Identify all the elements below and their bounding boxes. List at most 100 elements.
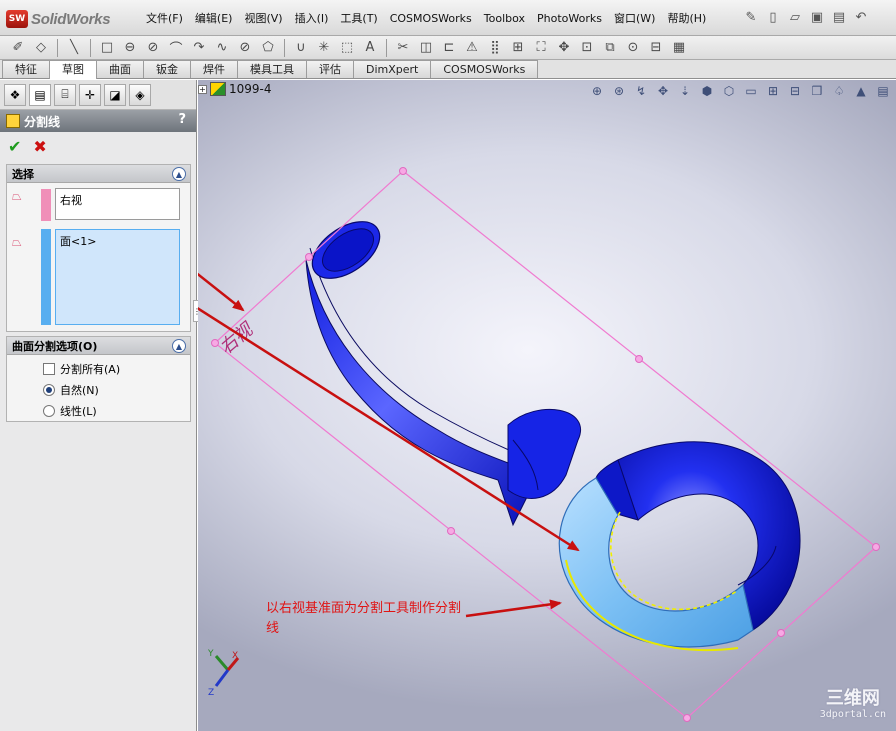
menu-tools[interactable]: 工具(T) [334,10,383,28]
smart-dimension-icon[interactable]: ◇ [31,39,51,57]
menu-file[interactable]: 文件(F) [140,10,189,28]
monitor-icon[interactable]: ▤ [874,82,892,100]
zoom-to-fit-icon[interactable]: ⊕ [588,82,606,100]
menu-window[interactable]: 窗口(W) [608,10,661,28]
natural-radio[interactable] [43,383,55,396]
split-all-option[interactable]: 分割所有(A) [7,358,190,379]
apply-scene-icon[interactable]: ⊟ [786,82,804,100]
text-icon[interactable]: A [360,39,380,57]
tab-dimxpert[interactable]: DimXpert [353,60,432,78]
menu-cosmosworks[interactable]: COSMOSWorks [384,10,478,28]
instant-2d-icon[interactable]: ⊙ [623,39,643,57]
repair-sketch-icon[interactable]: ✥ [554,39,574,57]
feature-manager-tab-icon[interactable]: ❖ [4,83,26,106]
rapid-sketch-icon[interactable]: ⧉ [600,39,620,57]
move-entities-icon[interactable]: ⊞ [508,39,528,57]
pan-icon[interactable]: ✥ [654,82,672,100]
spline-icon[interactable]: ∿ [212,39,232,57]
previous-view-icon[interactable]: ↯ [632,82,650,100]
mirror-icon[interactable]: ⚠ [462,39,482,57]
help-button[interactable]: ? [178,112,186,127]
tab-evaluate[interactable]: 评估 [306,60,354,78]
pattern-icon[interactable]: ⣿ [485,39,505,57]
hide-show-icon[interactable]: ▭ [742,82,760,100]
arrow-plane-to-view [198,272,245,312]
feature-tree-root[interactable]: + 1099-4 [198,82,272,96]
quick-snaps-icon[interactable]: ⊡ [577,39,597,57]
tab-surfaces[interactable]: 曲面 [96,60,144,78]
view-orientation-icon[interactable]: ⬢ [698,82,716,100]
dimxpert-manager-tab-icon[interactable]: ✛ [79,83,101,106]
tab-mold-tools[interactable]: 模具工具 [237,60,307,78]
sketch-toolbar: ✐ ◇ ╲ □ ⊖ ⊘ ⌒ ↷ ∿ ⊘ ⬠ ∪ ✳ ⬚ A ✂ ◫ ⊏ ⚠ ⣿ … [0,36,896,60]
sketch-icon[interactable]: ✐ [8,39,28,57]
natural-option[interactable]: 自然(N) [7,379,190,400]
tangent-arc-icon[interactable]: ↷ [189,39,209,57]
grid-icon[interactable]: ⊟ [646,39,666,57]
tab-cosmosworks[interactable]: COSMOSWorks [430,60,539,78]
triad-y-label: Y [207,649,214,659]
ok-button[interactable]: ✔ [8,137,21,156]
selection-group-header[interactable]: 选择 ▲ [7,165,190,183]
triad-x-label: X [232,651,238,661]
split-line-icon [6,114,20,128]
macro-icon[interactable]: ▦ [669,39,689,57]
trim-icon[interactable]: ✂ [393,39,413,57]
menu-insert[interactable]: 插入(I) [289,10,335,28]
display-style-icon[interactable]: ⬡ [720,82,738,100]
menu-view[interactable]: 视图(V) [238,10,288,28]
circle-icon[interactable]: ⊘ [143,39,163,57]
graphics-area[interactable]: 右视 Y X Z + 1099-4 ⊕ ⊛ ↯ ✥ ⇣ ⬢ ⬡ ▭ ⊞ ⊟ ❒ … [198,80,896,731]
view-settings-icon[interactable]: ❒ [808,82,826,100]
centerline-icon[interactable]: ⬚ [337,39,357,57]
relations-icon[interactable]: ⛶ [531,39,551,57]
zoom-to-area-icon[interactable]: ⊛ [610,82,628,100]
section-view-icon[interactable]: ⇣ [676,82,694,100]
part-ring[interactable] [558,441,801,652]
tab-sketch[interactable]: 草图 [49,60,97,79]
face-selection-icon: ⏢ [12,235,22,249]
menu-edit[interactable]: 编辑(E) [189,10,239,28]
ellipse-icon[interactable]: ⊘ [235,39,255,57]
offset-icon[interactable]: ⊏ [439,39,459,57]
polygon-icon[interactable]: ⬠ [258,39,278,57]
split-all-checkbox[interactable] [43,362,55,375]
save-icon[interactable]: ▣ [808,8,826,26]
property-manager-tab-icon[interactable]: ▤ [29,83,51,106]
open-icon[interactable]: ▱ [786,8,804,26]
rectangle-icon[interactable]: □ [97,39,117,57]
shadows-icon[interactable]: ▲ [852,82,870,100]
linear-option[interactable]: 线性(L) [7,400,190,421]
fillet-icon[interactable]: ∪ [291,39,311,57]
print-icon[interactable]: ▤ [830,8,848,26]
edit-appearance-icon[interactable]: ⊞ [764,82,782,100]
tab-weldments[interactable]: 焊件 [190,60,238,78]
split-tool-field[interactable]: 右视 [55,188,180,220]
faces-to-split-field[interactable]: 面<1> [55,229,180,325]
realview-icon[interactable]: ♤ [830,82,848,100]
tab-features[interactable]: 特征 [2,60,50,78]
menu-help[interactable]: 帮助(H) [661,10,712,28]
expand-icon[interactable]: + [198,84,207,94]
pin-icon[interactable]: ✎ [742,8,760,26]
appearance-tab-icon[interactable]: ◈ [129,83,151,106]
slot-icon[interactable]: ⊖ [120,39,140,57]
options-group-header[interactable]: 曲面分割选项(O) ▲ [7,337,190,355]
new-document-icon[interactable]: ▯ [764,8,782,26]
menu-photoworks[interactable]: PhotoWorks [531,10,608,28]
plane-selection-icon: ⏢ [12,189,22,203]
undo-icon[interactable]: ↶ [852,8,870,26]
part-tube[interactable] [302,210,581,527]
linear-radio[interactable] [43,404,55,417]
point-icon[interactable]: ✳ [314,39,334,57]
collapse-up-icon[interactable]: ▲ [172,167,186,181]
tab-sheet-metal[interactable]: 钣金 [143,60,191,78]
arc-icon[interactable]: ⌒ [166,39,186,57]
cancel-button[interactable]: ✖ [33,137,46,156]
menu-toolbox[interactable]: Toolbox [478,10,531,28]
convert-entities-icon[interactable]: ◫ [416,39,436,57]
configuration-manager-tab-icon[interactable]: ⌸ [54,83,76,106]
collapse-up-icon[interactable]: ▲ [172,339,186,353]
display-manager-tab-icon[interactable]: ◪ [104,83,126,106]
line-icon[interactable]: ╲ [64,39,84,57]
